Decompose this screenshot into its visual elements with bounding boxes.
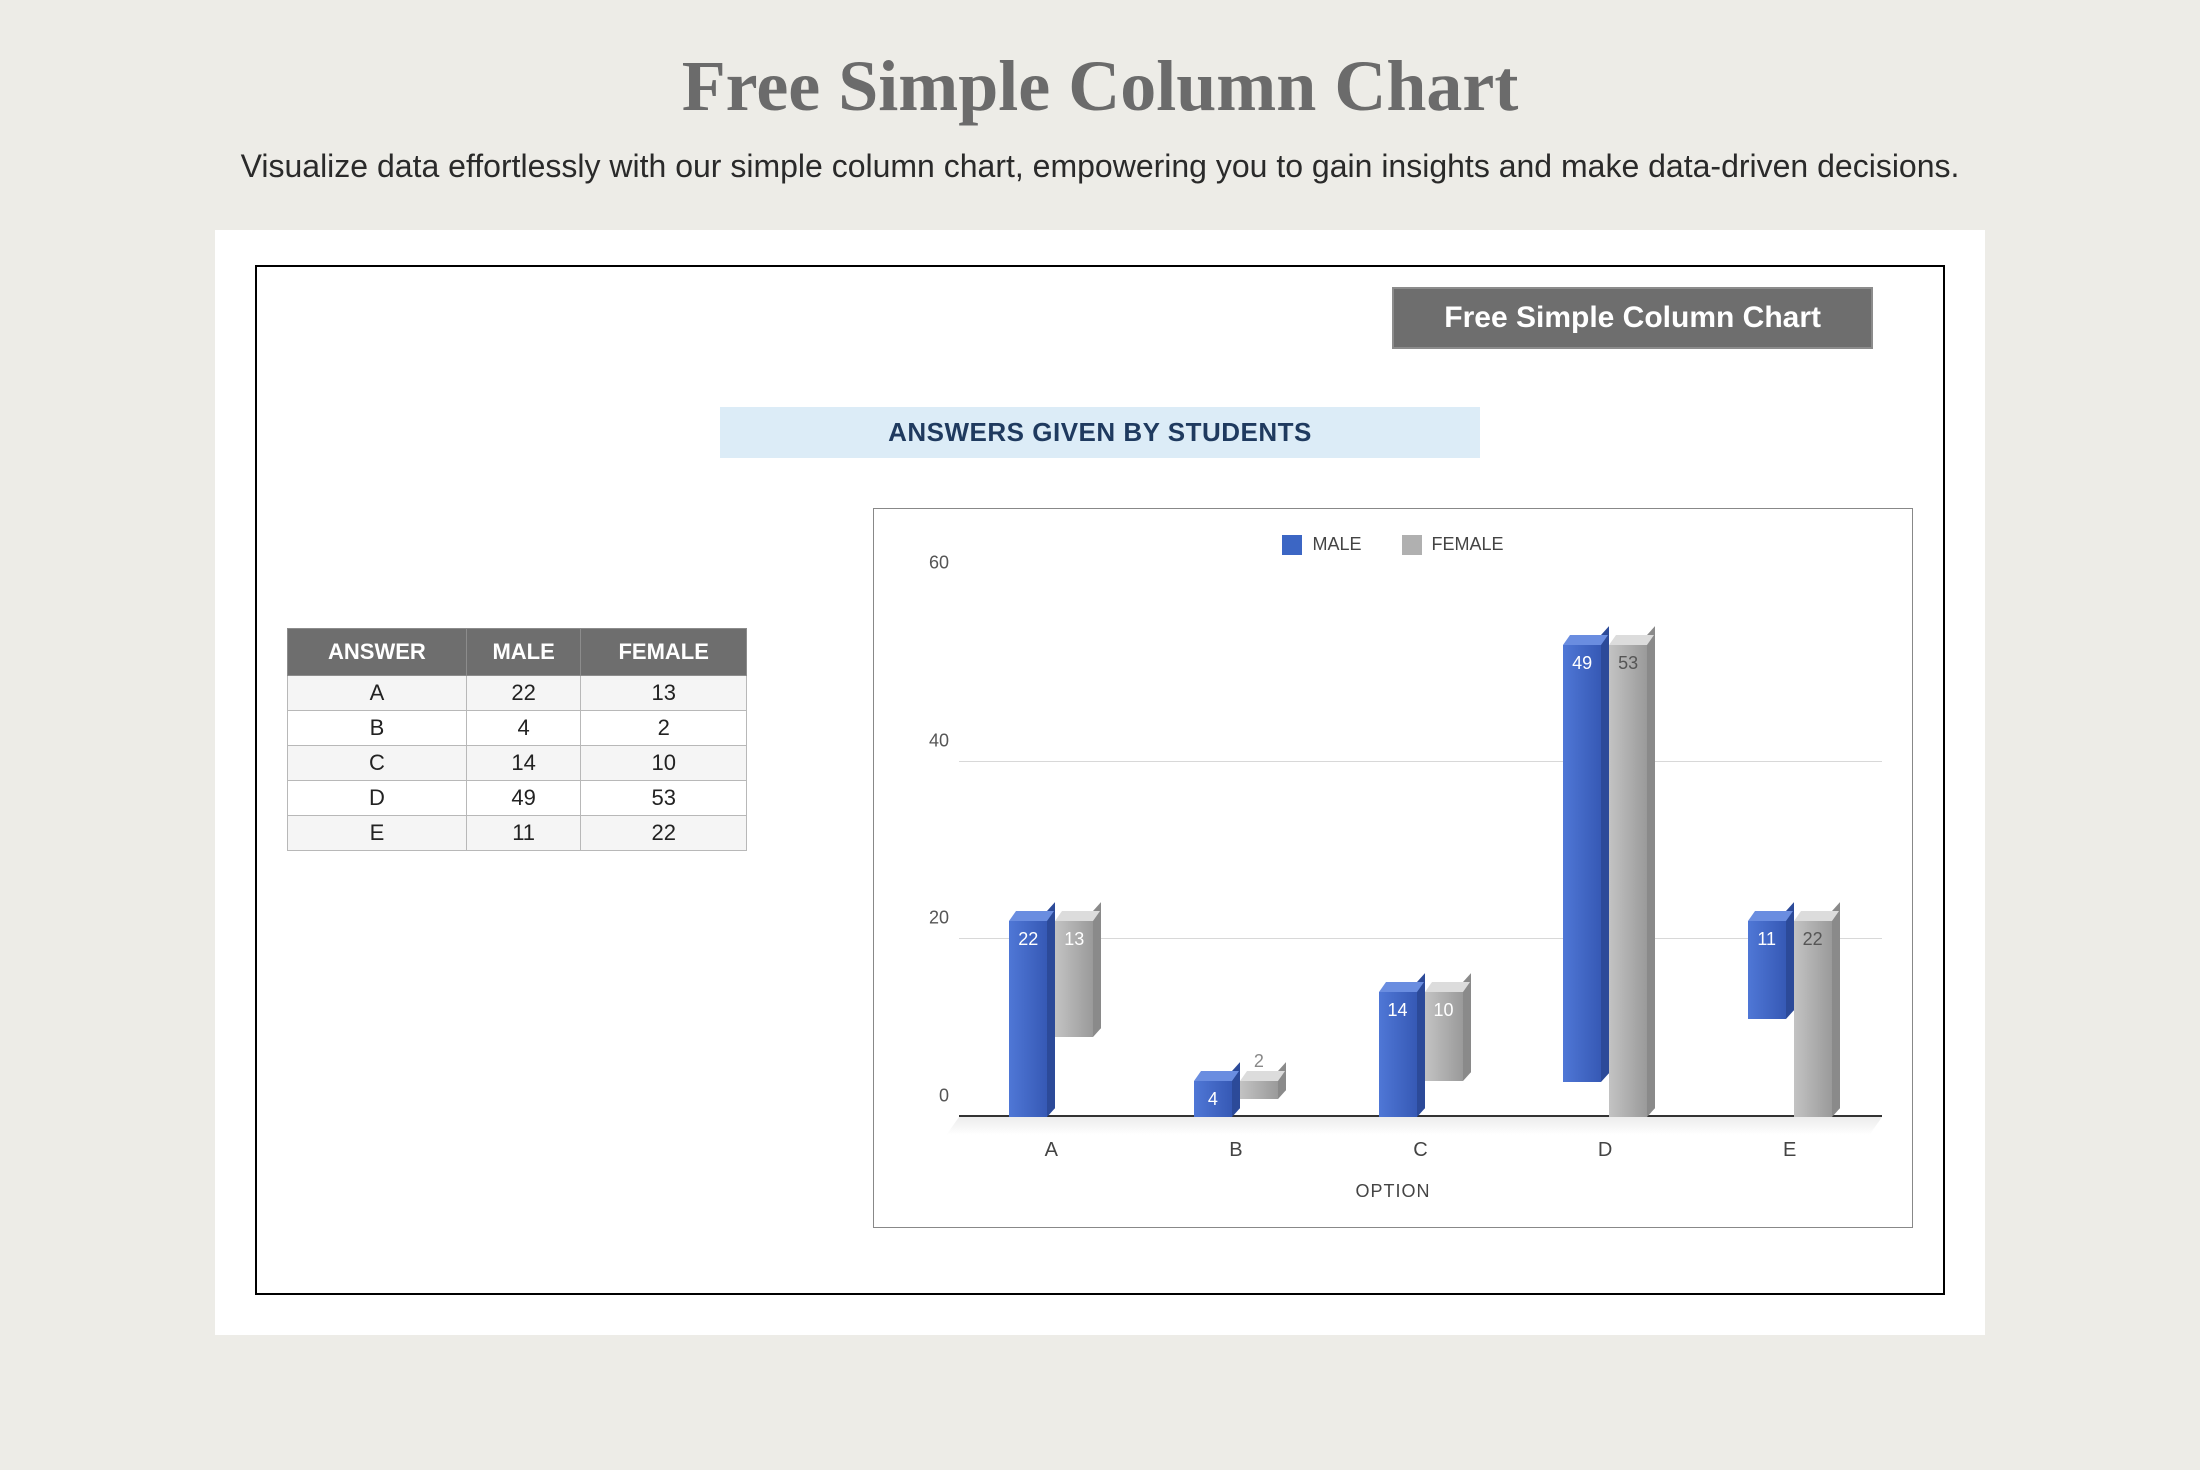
- bar-value: 49: [1572, 653, 1592, 674]
- y-tick: 40: [909, 730, 949, 751]
- cell-answer: B: [288, 711, 467, 746]
- x-tick: A: [991, 1139, 1111, 1162]
- table-header-male: MALE: [466, 629, 581, 676]
- table-header-female: FEMALE: [581, 629, 747, 676]
- table-row: C 14 10: [288, 746, 747, 781]
- cell-male: 4: [466, 711, 581, 746]
- bar-group: 49 53: [1545, 645, 1665, 1117]
- y-tick: 60: [909, 553, 949, 574]
- bar-group: 14 10: [1361, 992, 1481, 1117]
- chart-floor: [946, 1117, 1882, 1135]
- bar-female: 10: [1425, 992, 1463, 1081]
- cell-male: 22: [466, 676, 581, 711]
- bar-male: 14: [1379, 992, 1417, 1117]
- table-row: E 11 22: [288, 816, 747, 851]
- legend-item-male: MALE: [1282, 534, 1361, 555]
- bar-group: 4 2: [1176, 1081, 1296, 1117]
- table-row: B 4 2: [288, 711, 747, 746]
- cell-female: 22: [581, 816, 747, 851]
- page-subtitle: Visualize data effortlessly with our sim…: [0, 148, 2200, 185]
- bar-value: 22: [1803, 929, 1823, 950]
- document-card: Free Simple Column Chart ANSWERS GIVEN B…: [215, 230, 1985, 1335]
- table-row: A 22 13: [288, 676, 747, 711]
- chart-legend: MALE FEMALE: [874, 509, 1912, 555]
- legend-item-female: FEMALE: [1402, 534, 1504, 555]
- bar-value: 22: [1018, 929, 1038, 950]
- legend-swatch-male-icon: [1282, 535, 1302, 555]
- bar-value: 2: [1254, 1051, 1264, 1072]
- y-tick: 20: [909, 908, 949, 929]
- bar-male: 4: [1194, 1081, 1232, 1117]
- bar-male: 22: [1009, 921, 1047, 1117]
- plot-area: 0 20 40 60 22 13: [959, 584, 1882, 1117]
- table-header-answer: ANSWER: [288, 629, 467, 676]
- bar-female: 22: [1794, 921, 1832, 1117]
- bar-female: 13: [1055, 921, 1093, 1037]
- bar-male: 49: [1563, 645, 1601, 1082]
- content-row: ANSWER MALE FEMALE A 22 13 B 4 2: [287, 508, 1913, 1228]
- cell-female: 53: [581, 781, 747, 816]
- cell-answer: D: [288, 781, 467, 816]
- bar-female: 53: [1609, 645, 1647, 1117]
- bar-group: 11 22: [1730, 921, 1850, 1117]
- bar-value: 53: [1618, 653, 1638, 674]
- bar-value: 10: [1433, 1000, 1453, 1021]
- x-tick: E: [1730, 1139, 1850, 1162]
- cell-answer: A: [288, 676, 467, 711]
- x-tick: D: [1545, 1139, 1665, 1162]
- cell-female: 2: [581, 711, 747, 746]
- cell-answer: E: [288, 816, 467, 851]
- x-axis-label: OPTION: [874, 1181, 1912, 1202]
- legend-swatch-female-icon: [1402, 535, 1422, 555]
- chart-subtitle: ANSWERS GIVEN BY STUDENTS: [720, 407, 1480, 458]
- y-tick: 0: [909, 1086, 949, 1107]
- cell-female: 10: [581, 746, 747, 781]
- bar-value: 11: [1757, 929, 1776, 950]
- bar-value: 4: [1208, 1089, 1218, 1110]
- bar-value: 14: [1387, 1000, 1407, 1021]
- bar-male: 11: [1748, 921, 1786, 1019]
- cell-male: 14: [466, 746, 581, 781]
- data-table: ANSWER MALE FEMALE A 22 13 B 4 2: [287, 628, 747, 851]
- bar-value: 13: [1064, 929, 1084, 950]
- document-border: Free Simple Column Chart ANSWERS GIVEN B…: [255, 265, 1945, 1295]
- x-tick: B: [1176, 1139, 1296, 1162]
- banner-title: Free Simple Column Chart: [1392, 287, 1873, 349]
- legend-label-female: FEMALE: [1432, 534, 1504, 555]
- bar-group: 22 13: [991, 921, 1111, 1117]
- cell-answer: C: [288, 746, 467, 781]
- cell-male: 49: [466, 781, 581, 816]
- chart-box: MALE FEMALE 0 20 40 60: [873, 508, 1913, 1228]
- table-row: D 49 53: [288, 781, 747, 816]
- x-tick: C: [1361, 1139, 1481, 1162]
- legend-label-male: MALE: [1312, 534, 1361, 555]
- cell-female: 13: [581, 676, 747, 711]
- bar-female: 2: [1240, 1081, 1278, 1099]
- cell-male: 11: [466, 816, 581, 851]
- page-title: Free Simple Column Chart: [0, 45, 2200, 128]
